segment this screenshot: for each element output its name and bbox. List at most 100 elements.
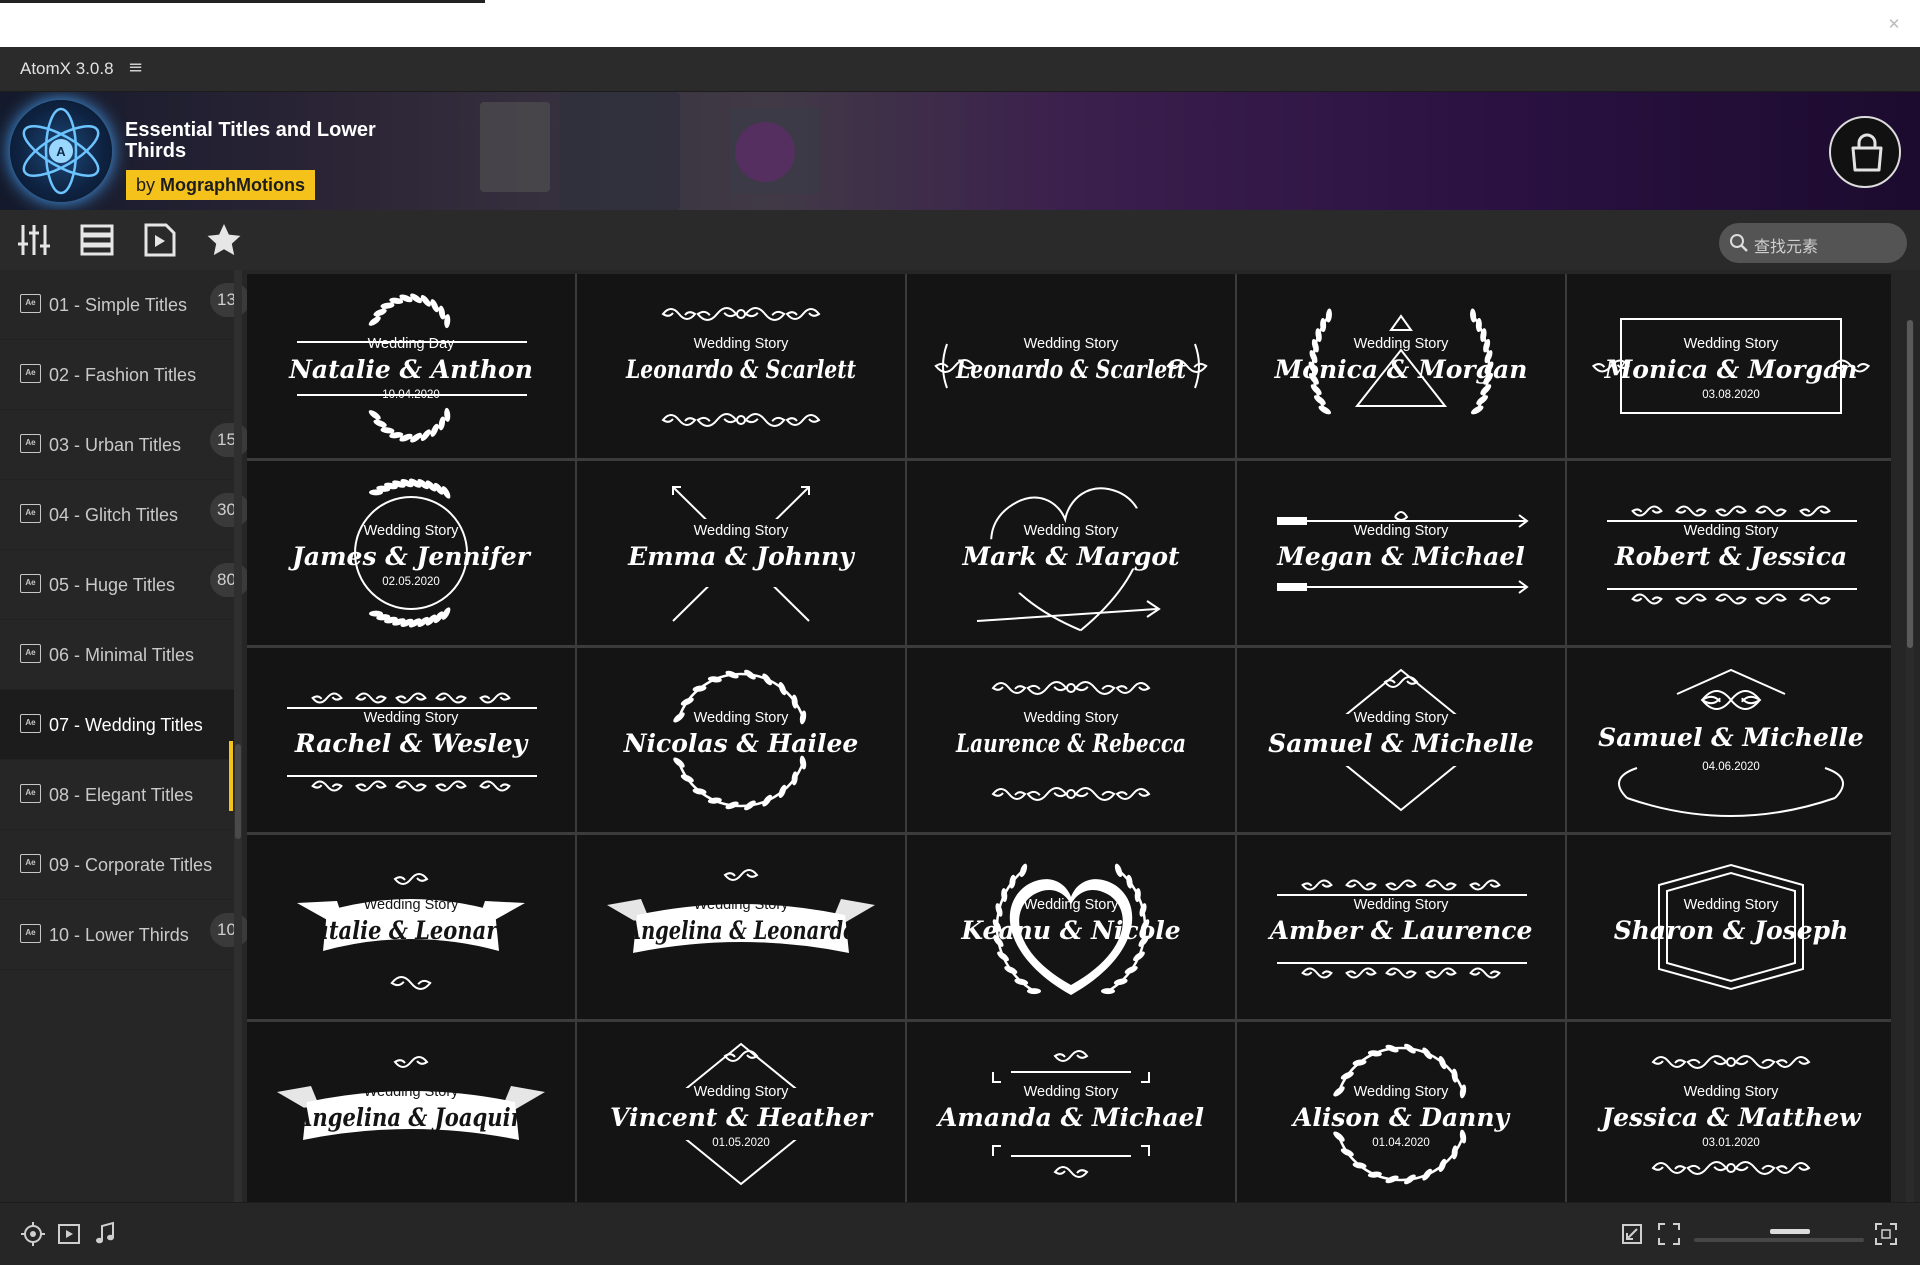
card-kicker: Wedding Story [1354, 897, 1450, 913]
template-card[interactable]: Wedding Story Laurence & Rebecca [907, 648, 1235, 832]
template-card[interactable]: Wedding Story Mark & Margot [907, 461, 1235, 645]
author-prefix: by [136, 175, 156, 195]
template-card[interactable]: Wedding Story Samuel & Michelle [1237, 648, 1565, 832]
zoom-slider[interactable] [1694, 1238, 1864, 1242]
chrome-strip [0, 0, 485, 3]
ae-file-icon: Ae [20, 294, 41, 313]
template-card[interactable]: Wedding Story Amber & Laurence [1237, 835, 1565, 1019]
grid-scroll-thumb[interactable] [1907, 320, 1913, 648]
template-card[interactable]: Wedding Story Angelina & Joaquin [247, 1022, 575, 1202]
ae-file-icon: Ae [20, 434, 41, 453]
close-icon[interactable]: ✕ [1884, 14, 1904, 34]
sidebar-category[interactable]: Ae 07 - Wedding Titles [0, 690, 234, 760]
target-icon[interactable] [20, 1221, 46, 1247]
template-card[interactable]: Wedding Story Angelina & Leonardo [577, 835, 905, 1019]
template-card[interactable]: Wedding Story Nicolas & Hailee [577, 648, 905, 832]
pack-banner: A Essential Titles and Lower Thirds by M… [0, 92, 1920, 210]
category-count-badge: 13 [210, 283, 250, 317]
template-card[interactable]: Wedding Story Jessica & Matthew 03.01.2020 [1567, 1022, 1891, 1202]
atomx-panel: AtomX 3.0.8 ≡ A Essential Titles and Low… [0, 47, 1920, 1265]
card-kicker: Wedding Story [1024, 897, 1120, 913]
star-icon[interactable] [206, 222, 242, 258]
status-bar [0, 1202, 1920, 1265]
template-card[interactable]: Wedding Story James & Jennifer 02.05.2020 [247, 461, 575, 645]
template-card[interactable]: Wedding Story Rachel & Wesley [247, 648, 575, 832]
card-kicker: Wedding Story [364, 523, 460, 539]
card-date: 01.04.2020 [1372, 1137, 1430, 1149]
ae-file-icon: Ae [20, 714, 41, 733]
author-badge[interactable]: by MographMotions [126, 170, 316, 200]
card-names: Laurence & Rebecca [955, 729, 1186, 758]
template-card[interactable]: Wedding Story Robert & Jessica [1567, 461, 1891, 645]
template-card[interactable]: Wedding Story Monica & Morgan [1237, 274, 1565, 458]
shrink-icon[interactable] [1619, 1221, 1645, 1247]
search-input[interactable]: 查找元素 [1754, 233, 1818, 257]
card-kicker: Wedding Story [694, 897, 790, 913]
template-card[interactable]: Wedding Story Amanda & Michael [907, 1022, 1235, 1202]
titlebar: AtomX 3.0.8 ≡ [0, 47, 1920, 92]
search-box[interactable]: 查找元素 [1719, 223, 1907, 263]
template-card[interactable]: Wedding Story Natalie & Leonardo [247, 835, 575, 1019]
sidebar-scrollbar[interactable] [234, 270, 242, 1202]
category-label: 05 - Huge Titles [49, 575, 176, 595]
card-kicker: Wedding Story [1684, 336, 1780, 352]
category-label: 01 - Simple Titles [49, 295, 188, 315]
sidebar-category[interactable]: Ae 06 - Minimal Titles [0, 620, 234, 690]
sidebar-category[interactable]: Ae 04 - Glitch Titles 30 [0, 480, 250, 550]
sliders-icon[interactable] [16, 222, 52, 258]
shopping-bag-icon [1851, 133, 1883, 172]
grid-size-icon[interactable] [1656, 1221, 1682, 1247]
app-title: AtomX 3.0.8 [20, 59, 114, 78]
card-kicker: Wedding Story [364, 1084, 460, 1100]
svg-text:A: A [56, 144, 66, 159]
template-card[interactable]: Wedding Day Natalie & Anthon 10.04.2020 [247, 274, 575, 458]
card-names: Samuel & Michelle [1598, 723, 1864, 752]
author-name: MographMotions [160, 175, 306, 195]
video-icon[interactable] [56, 1221, 82, 1247]
card-kicker: Wedding Story [1684, 523, 1780, 539]
zoom-slider-thumb[interactable] [1770, 1229, 1810, 1234]
card-names: Angelina & Leonardo [624, 916, 856, 945]
ae-file-icon: Ae [20, 924, 41, 943]
selected-indicator [229, 741, 233, 811]
sidebar-category[interactable]: Ae 02 - Fashion Titles [0, 340, 234, 410]
hamburger-icon[interactable]: ≡ [128, 57, 143, 78]
category-count-badge: 80 [210, 563, 250, 597]
card-kicker: Wedding Story [694, 523, 790, 539]
shop-bag-button[interactable] [1829, 116, 1901, 188]
card-names: Amanda & Michael [936, 1103, 1204, 1132]
template-card[interactable]: Wedding Story Vincent & Heather 01.05.2020 [577, 1022, 905, 1202]
template-card[interactable]: Wedding Story Leonardo & Scarlett [907, 274, 1235, 458]
template-card[interactable]: Wedding Story Keanu & Nicole [907, 835, 1235, 1019]
sidebar-category[interactable]: Ae 03 - Urban Titles 15 [0, 410, 250, 480]
sidebar-category[interactable]: Ae 10 - Lower Thirds 10 [0, 900, 250, 970]
category-count-badge: 15 [210, 423, 250, 457]
ae-file-icon: Ae [20, 364, 41, 383]
sidebar-scroll-thumb[interactable] [235, 744, 241, 839]
preview-icon[interactable] [142, 222, 178, 258]
search-icon [1730, 234, 1748, 252]
sidebar-category[interactable]: Ae 05 - Huge Titles 80 [0, 550, 250, 620]
music-icon[interactable] [92, 1221, 118, 1247]
template-card[interactable]: Wedding Story Megan & Michael [1237, 461, 1565, 645]
template-card[interactable]: Wedding Story Monica & Morgan 03.08.2020 [1567, 274, 1891, 458]
card-names: Megan & Michael [1276, 542, 1525, 571]
card-names: Rachel & Wesley [294, 729, 529, 758]
sidebar-category[interactable]: Ae 01 - Simple Titles 13 [0, 270, 250, 340]
template-card[interactable]: Wedding Story Emma & Johnny [577, 461, 905, 645]
card-names: Samuel & Michelle [1268, 729, 1534, 758]
sidebar-category[interactable]: Ae 08 - Elegant Titles [0, 760, 234, 830]
template-card[interactable]: Wedding Story Alison & Danny 01.04.2020 [1237, 1022, 1565, 1202]
ae-file-icon: Ae [20, 644, 41, 663]
list-icon[interactable] [79, 222, 115, 258]
card-names: Nicolas & Hailee [623, 729, 859, 758]
card-kicker: Wedding Story [694, 1084, 790, 1100]
card-kicker: Wedding Story [364, 710, 460, 726]
sidebar-category[interactable]: Ae 09 - Corporate Titles [0, 830, 234, 900]
template-card[interactable]: Wedding Story Sharon & Joseph [1567, 835, 1891, 1019]
card-names: Leonardo & Scarlett [955, 355, 1186, 384]
template-card[interactable]: Wedding Story Leonardo & Scarlett [577, 274, 905, 458]
expand-icon[interactable] [1873, 1221, 1899, 1247]
category-label: 04 - Glitch Titles [49, 505, 179, 525]
template-card[interactable]: Samuel & Michelle 04.06.2020 [1567, 648, 1891, 832]
